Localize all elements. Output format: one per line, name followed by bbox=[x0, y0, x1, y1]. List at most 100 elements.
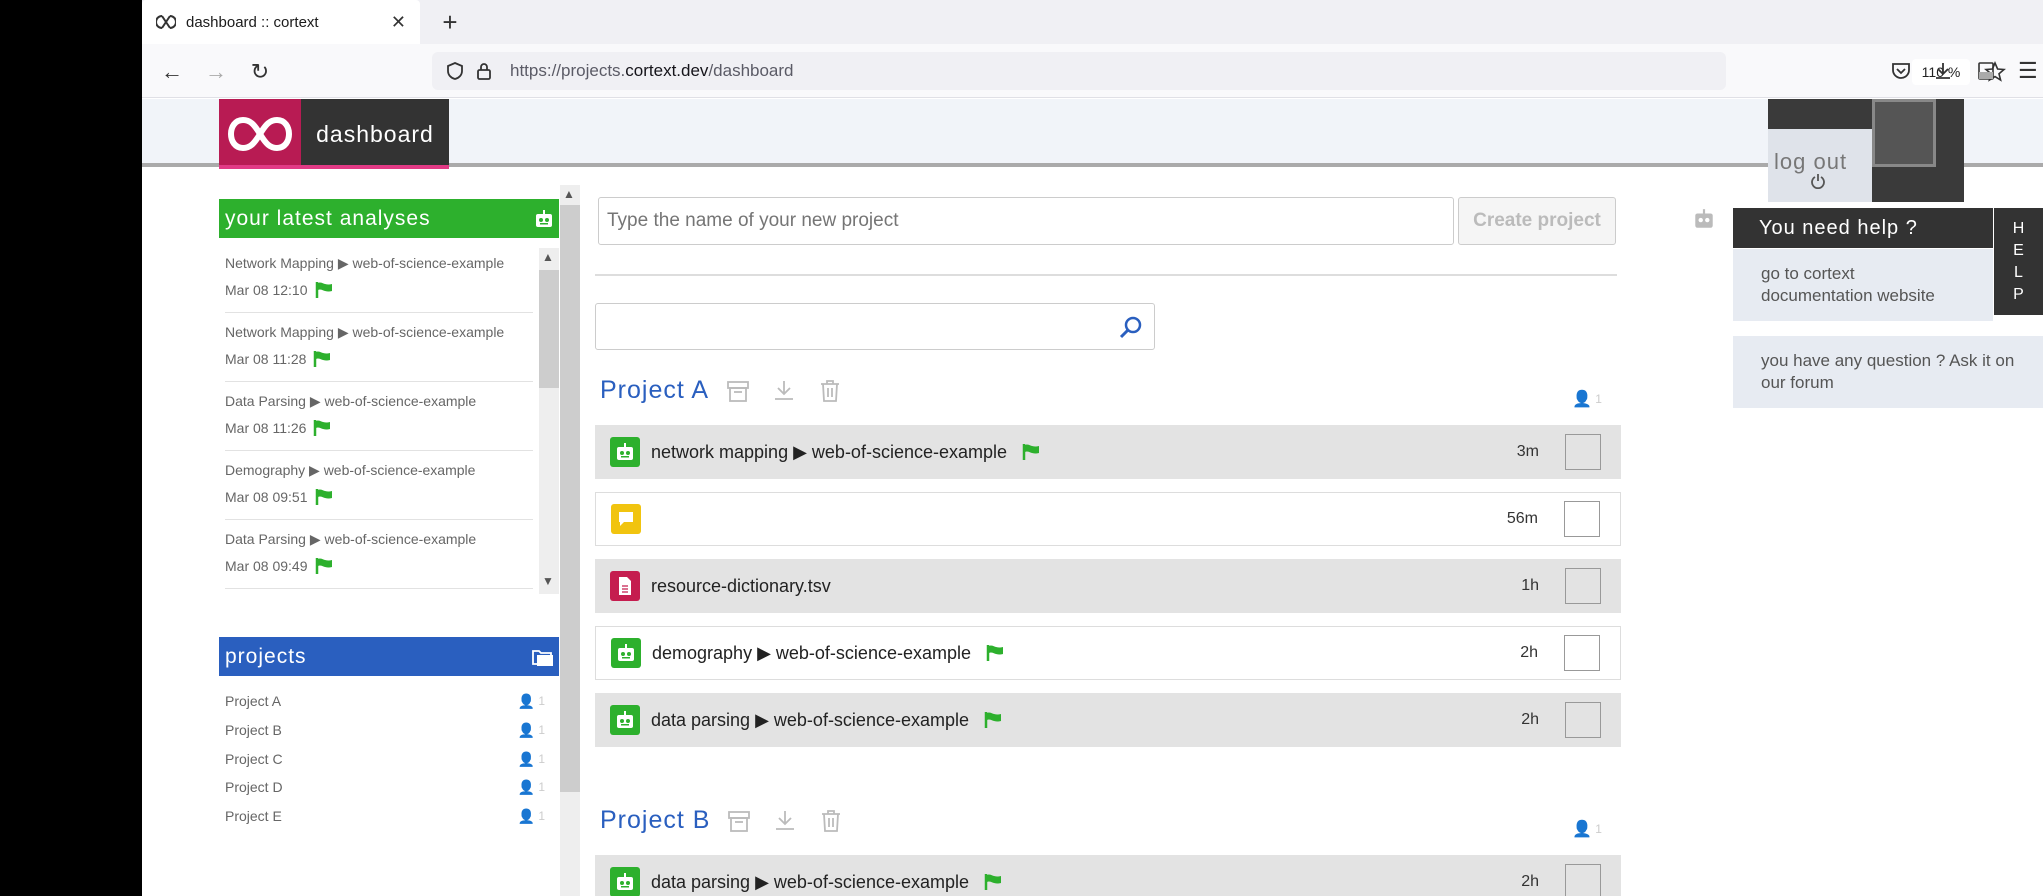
flag-icon bbox=[315, 558, 332, 574]
download-icon[interactable] bbox=[1932, 60, 1954, 82]
project-row[interactable]: data parsing ▶ web-of-science-example 2h bbox=[595, 693, 1621, 747]
project-name: Project E bbox=[225, 808, 282, 824]
flag-icon bbox=[314, 351, 331, 367]
create-project-button[interactable]: Create project bbox=[1458, 197, 1616, 245]
trash-icon[interactable] bbox=[817, 378, 843, 404]
project-row[interactable]: demography ▶ web-of-science-example 2h bbox=[595, 626, 1621, 680]
list-item[interactable]: Network Mapping ▶ web-of-science-example… bbox=[225, 313, 533, 382]
new-project-input[interactable] bbox=[598, 197, 1454, 245]
user-icon: 👤 bbox=[1572, 821, 1592, 838]
robot-icon bbox=[610, 437, 640, 467]
folders-icon[interactable] bbox=[531, 646, 555, 668]
scroll-down-icon[interactable]: ▼ bbox=[542, 574, 554, 588]
row-checkbox[interactable] bbox=[1565, 702, 1601, 738]
download-icon[interactable] bbox=[771, 378, 797, 404]
sidebar-item-project-e[interactable]: Project E 👤 1 bbox=[225, 806, 545, 826]
scroll-up-icon[interactable]: ▲ bbox=[563, 187, 575, 201]
help-tab[interactable]: H E L P bbox=[1994, 208, 2043, 315]
user-count: 1 bbox=[1595, 822, 1602, 836]
list-item[interactable]: Data Parsing ▶ web-of-science-example Ma… bbox=[225, 520, 533, 589]
row-name: network mapping ▶ web-of-science-example bbox=[651, 442, 1041, 463]
list-item[interactable]: Data Parsing ▶ web-of-science-example Ma… bbox=[225, 382, 533, 451]
reload-icon[interactable]: ↻ bbox=[244, 56, 276, 88]
project-name: Project C bbox=[225, 751, 283, 767]
cortext-favicon-icon bbox=[156, 15, 176, 29]
sidebar-item-project-d[interactable]: Project D 👤 1 bbox=[225, 777, 545, 797]
project-row[interactable]: network mapping ▶ web-of-science-example… bbox=[595, 425, 1621, 479]
latest-analyses-list: Network Mapping ▶ web-of-science-example… bbox=[219, 244, 539, 594]
browser-tab[interactable]: dashboard :: cortext ✕ bbox=[142, 0, 420, 44]
row-checkbox[interactable] bbox=[1565, 864, 1601, 896]
user-avatar[interactable] bbox=[1872, 99, 1936, 167]
close-tab-icon[interactable]: ✕ bbox=[391, 12, 406, 33]
new-tab-icon[interactable]: + bbox=[434, 6, 466, 38]
lock-icon[interactable] bbox=[476, 61, 492, 81]
project-title[interactable]: Project A bbox=[600, 376, 709, 405]
trash-icon[interactable] bbox=[818, 808, 844, 834]
search-icon[interactable] bbox=[1118, 314, 1144, 340]
robot-icon bbox=[610, 705, 640, 735]
logout-button[interactable]: log out bbox=[1768, 129, 1872, 202]
row-checkbox[interactable] bbox=[1564, 501, 1600, 537]
scroll-up-icon[interactable]: ▲ bbox=[542, 250, 554, 264]
row-name: data parsing ▶ web-of-science-example bbox=[651, 872, 1003, 893]
sidebar-scrollbar[interactable]: ▲ bbox=[560, 185, 580, 896]
sidebar-item-project-b[interactable]: Project B 👤 1 bbox=[225, 720, 545, 740]
list-item[interactable]: Demography ▶ web-of-science-example Mar … bbox=[225, 451, 533, 520]
row-name: data parsing ▶ web-of-science-example bbox=[651, 710, 1003, 731]
archive-icon[interactable] bbox=[726, 808, 752, 834]
back-arrow-icon[interactable]: ← bbox=[156, 56, 188, 88]
download-icon[interactable] bbox=[772, 808, 798, 834]
flag-icon bbox=[986, 645, 1003, 661]
documentation-link[interactable]: go to cortext documentation website bbox=[1733, 249, 1993, 321]
cortext-logo[interactable] bbox=[219, 99, 301, 169]
project-row[interactable]: resource-dictionary.tsv 1h bbox=[595, 559, 1621, 613]
navigation-bar: ← → ↻ https://projects.cortext.dev/dashb… bbox=[142, 44, 2043, 98]
power-icon bbox=[1811, 174, 1825, 189]
latest-analyses-title: your latest analyses bbox=[225, 206, 431, 230]
row-checkbox[interactable] bbox=[1565, 434, 1601, 470]
user-count: 1 bbox=[1595, 392, 1602, 406]
projects-header: projects bbox=[219, 637, 559, 676]
sidebar-item-project-a[interactable]: Project A 👤 1 bbox=[225, 691, 545, 711]
help-header: You need help ? bbox=[1733, 208, 1993, 248]
search-input[interactable] bbox=[595, 303, 1155, 350]
analysis-date: Mar 08 11:26 bbox=[225, 420, 307, 436]
row-age: 2h bbox=[1521, 873, 1539, 890]
forum-link[interactable]: you have any question ? Ask it on our fo… bbox=[1733, 336, 2043, 408]
tab-bar: dashboard :: cortext ✕ + bbox=[142, 0, 2043, 44]
archive-icon[interactable] bbox=[725, 378, 751, 404]
shield-icon[interactable] bbox=[446, 61, 464, 81]
menu-icon[interactable]: ☰ bbox=[2018, 58, 2038, 84]
scrollbar-thumb[interactable] bbox=[560, 205, 580, 792]
comment-icon bbox=[611, 504, 641, 534]
tab-title: dashboard :: cortext bbox=[186, 13, 319, 31]
latest-scrollbar[interactable]: ▲ ▼ bbox=[539, 248, 559, 594]
row-checkbox[interactable] bbox=[1565, 568, 1601, 604]
scrollbar-thumb[interactable] bbox=[539, 270, 559, 388]
forward-arrow-icon[interactable]: → bbox=[200, 56, 232, 88]
help-letter: L bbox=[2014, 263, 2023, 281]
robot-icon[interactable] bbox=[1692, 207, 1716, 231]
row-age: 56m bbox=[1506, 510, 1538, 527]
reader-view-icon[interactable] bbox=[1975, 60, 1997, 82]
app-name[interactable]: dashboard bbox=[301, 99, 449, 169]
list-item[interactable]: Network Mapping ▶ web-of-science-example… bbox=[225, 244, 533, 313]
logout-area: log out bbox=[1768, 99, 1964, 202]
project-name: Project A bbox=[225, 693, 282, 709]
sidebar-item-project-c[interactable]: Project C 👤 1 bbox=[225, 749, 545, 769]
user-icon: 👤 bbox=[1572, 391, 1592, 408]
project-row[interactable]: data parsing ▶ web-of-science-example 2h bbox=[595, 855, 1621, 896]
address-bar[interactable]: https://projects.cortext.dev/dashboard 1… bbox=[432, 52, 2006, 90]
help-letter: P bbox=[2013, 285, 2024, 303]
project-row[interactable]: 56m bbox=[595, 492, 1621, 546]
logout-label: log out bbox=[1774, 149, 1848, 174]
row-checkbox[interactable] bbox=[1564, 635, 1600, 671]
robot-icon bbox=[610, 867, 640, 896]
file-icon bbox=[610, 571, 640, 601]
pocket-icon[interactable] bbox=[1890, 60, 1912, 82]
project-a-header: Project A bbox=[600, 376, 843, 405]
flag-icon bbox=[314, 420, 331, 436]
project-title[interactable]: Project B bbox=[600, 806, 710, 835]
analysis-title: Data Parsing ▶ web-of-science-example bbox=[225, 393, 477, 409]
